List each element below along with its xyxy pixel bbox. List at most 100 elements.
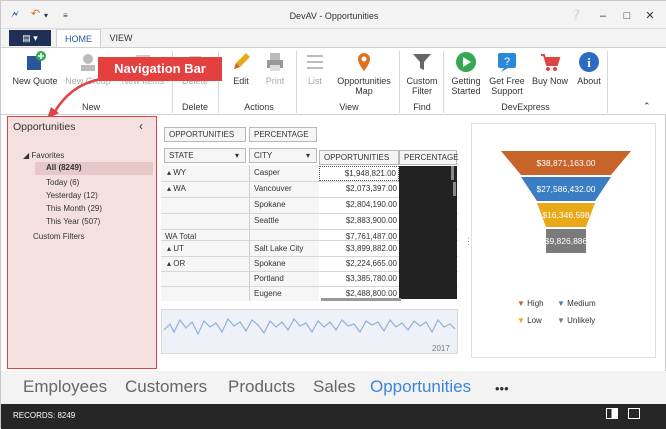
new-quote-icon (27, 51, 46, 70)
edit-button[interactable]: Edit (225, 51, 257, 86)
new-group-icon (81, 54, 95, 71)
row-state-cell[interactable]: ▴ OR (167, 257, 185, 272)
favorites-node[interactable]: ◢ Favorites (23, 150, 64, 162)
ribbon-separator (607, 51, 608, 113)
map-pin-icon (358, 53, 370, 71)
module-opportunities[interactable]: Opportunities (370, 377, 471, 397)
list-view-button[interactable]: List (301, 51, 329, 86)
undo-icon[interactable]: ↶ (31, 7, 40, 21)
ribbon-separator (296, 51, 297, 113)
funnel-value-label: $27,586,432.00 (536, 184, 595, 194)
more-modules-button[interactable]: ••• (495, 379, 509, 399)
row-value-cell[interactable]: $2,224,665.00 (319, 257, 399, 272)
navigation-pane-title: Opportunities (13, 121, 76, 133)
grid-scrollbar[interactable] (321, 298, 401, 301)
dropdown-arrow-icon: ▾ (234, 151, 239, 160)
nav-item-all[interactable]: All (8249) (35, 162, 153, 175)
funnel-legend-icon: ▼ (517, 299, 525, 308)
row-state-cell[interactable]: ▴ UT (167, 242, 184, 257)
edit-label: Edit (233, 76, 249, 86)
funnel-chart: $38,871,163.00 $27,586,432.00 $16,346,598 $… (501, 151, 631, 253)
row-field-state[interactable]: STATE ▾ (164, 148, 246, 163)
minimize-button[interactable]: – (594, 8, 612, 24)
row-city-cell: Eugene (254, 289, 282, 298)
percentage-bar (453, 182, 456, 196)
row-field-city[interactable]: CITY ▾ (249, 148, 317, 163)
legend-label: High (527, 299, 544, 308)
ribbon-separator (399, 51, 400, 113)
row-value-cell[interactable]: $2,073,397.00 (319, 182, 399, 197)
range-control[interactable]: 2017 (161, 309, 458, 354)
custom-filter-button[interactable]: Custom Filter (404, 51, 440, 96)
nav-item-this-month[interactable]: This Month (29) (46, 203, 102, 215)
close-button[interactable]: ✕ (641, 8, 659, 24)
legend-item-unlikely: ▼ Unlikely (557, 316, 595, 325)
module-sales[interactable]: Sales (313, 377, 356, 397)
buy-now-button[interactable]: Buy Now (532, 51, 568, 86)
quick-access-dropdown-icon[interactable]: ▾ (44, 9, 48, 23)
maximize-button[interactable]: □ (618, 8, 636, 24)
records-count: RECORDS: 8249 (13, 411, 76, 420)
legend-item-medium: ▼ Medium (557, 299, 596, 308)
collapse-ribbon-icon[interactable]: ⌃ (643, 101, 651, 112)
about-button[interactable]: i About (575, 51, 603, 86)
print-button[interactable]: Print (259, 51, 291, 86)
legend-label: Medium (567, 299, 596, 308)
getting-started-button[interactable]: Getting Started (448, 51, 484, 96)
data-field-opportunities[interactable]: OPPORTUNITIES (164, 127, 246, 142)
row-city-cell: Portland (254, 274, 284, 283)
column-header-percentage[interactable]: PERCENTAGE (399, 150, 459, 165)
row-city-cell: Spokane (254, 200, 286, 209)
navigation-bar-callout: Navigation Bar (98, 57, 222, 81)
opportunities-map-button[interactable]: Opportunities Map (333, 51, 395, 96)
row-value-cell[interactable]: $1,948,821.00 (319, 166, 399, 181)
collapse-pane-button[interactable]: ‹ (139, 119, 143, 133)
app-window: DevAV - Opportunities 🗲 ↶ ▾ ≡ ❔ – □ ✕ ▤ … (0, 0, 666, 429)
module-products[interactable]: Products (228, 377, 295, 397)
timeline-sparkline (163, 317, 456, 336)
row-state-cell[interactable]: ▴ WA (167, 182, 186, 197)
custom-filter-label: Custom Filter (406, 76, 438, 96)
nav-item-today[interactable]: Today (6) (46, 177, 79, 189)
tab-view[interactable]: VIEW (101, 29, 141, 47)
row-value-cell[interactable]: $3,385,780.00 (319, 272, 399, 287)
nav-item-this-year[interactable]: This Year (507) (46, 216, 100, 228)
normal-view-icon[interactable] (606, 408, 618, 419)
funnel-value-label: $38,871,163.00 (536, 158, 595, 168)
get-free-support-button[interactable]: ? Get Free Support (488, 51, 526, 96)
nav-item-yesterday[interactable]: Yesterday (12) (46, 190, 98, 202)
state-header-label: STATE (169, 151, 194, 160)
row-state-cell[interactable]: ▴ WY (167, 166, 186, 181)
funnel-value-label: $9,826,886 (545, 236, 588, 246)
play-icon (456, 52, 476, 72)
module-employees[interactable]: Employees (23, 377, 107, 397)
row-city-cell: Vancouver (254, 184, 292, 193)
file-menu-button[interactable]: ▤ ▾ (9, 30, 51, 46)
group-delete-label: Delete (181, 102, 208, 112)
svg-text:?: ? (504, 56, 510, 68)
reading-view-icon[interactable] (628, 408, 640, 419)
group-find-label: Find (413, 102, 431, 112)
legend-item-high: ▼ High (517, 299, 544, 308)
customize-qat-icon[interactable]: ≡ (63, 9, 68, 23)
printer-icon (267, 53, 283, 71)
svg-text:i: i (587, 55, 591, 70)
percentage-bars (399, 166, 457, 299)
data-field-percentage[interactable]: PERCENTAGE (249, 127, 317, 142)
legend-item-low: ▼ Low (517, 316, 542, 325)
help-icon[interactable]: ❔ (567, 8, 585, 24)
about-label: About (577, 76, 601, 86)
row-value-cell[interactable]: $3,899,882.00 (319, 242, 399, 257)
timeline-year: 2017 (432, 344, 450, 353)
getting-started-label: Getting Started (451, 76, 481, 96)
list-label: List (307, 76, 322, 86)
row-value-cell[interactable]: $2,804,190.00 (319, 198, 399, 213)
row-value-cell[interactable]: $2,883,900.00 (319, 214, 399, 229)
funnel-legend-icon: ▼ (557, 316, 565, 325)
dropdown-arrow-icon: ▾ (305, 151, 310, 160)
tab-home[interactable]: HOME (56, 29, 101, 47)
support-question-icon: ? (498, 53, 516, 72)
column-header-opportunities[interactable]: OPPORTUNITIES (319, 150, 399, 165)
module-customers[interactable]: Customers (125, 377, 207, 397)
custom-filters-node[interactable]: Custom Filters (33, 231, 85, 243)
